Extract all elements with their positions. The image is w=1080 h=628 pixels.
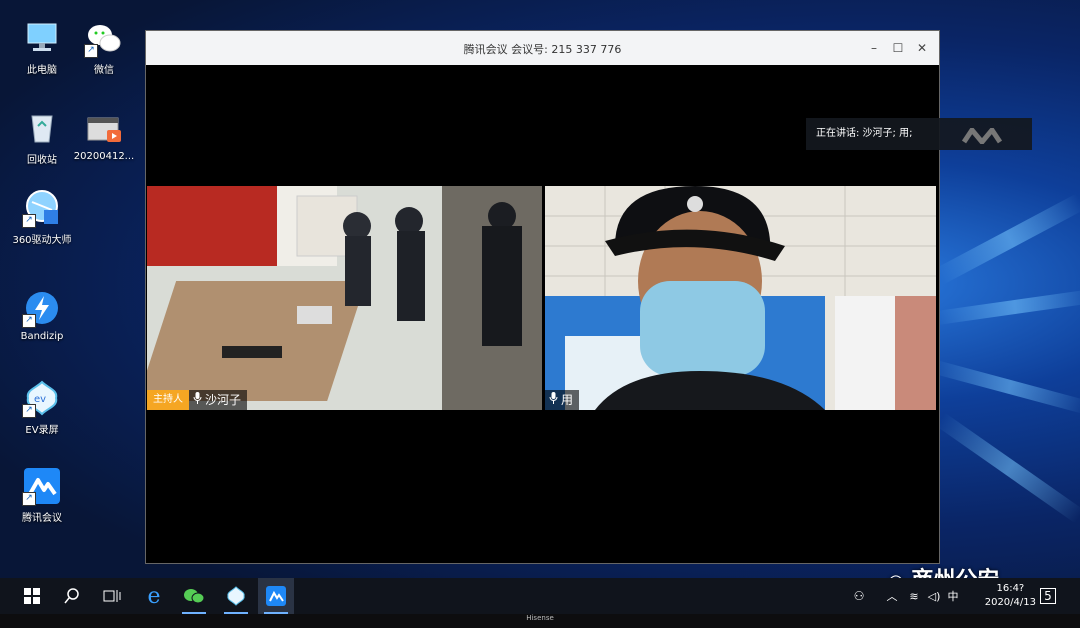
network-button[interactable]: ≋ [904,578,924,614]
minimize-button[interactable]: – [865,39,883,57]
participant-video-tile[interactable]: 用 [545,186,936,410]
participant-name-bar: 主持人 沙河子 [147,390,248,410]
volume-icon: ◁) [927,589,941,603]
windows-start-icon [24,588,40,604]
shortcut-arrow-icon: ↗ [22,492,36,506]
shortcut-arrow-icon: ↗ [22,404,36,418]
maximize-button[interactable]: ☐ [889,39,907,57]
participant-video-tile[interactable]: 主持人 沙河子 [147,186,542,410]
video-file-icon [84,108,124,148]
taskbar-tencent-meeting[interactable] [258,578,294,614]
notification-count: 5 [1044,589,1052,603]
window-title: 腾讯会议 会议号: 215 337 776 [463,43,622,56]
bandizip-icon: ↗ [22,288,62,328]
participant-name: 沙河子 [205,393,242,407]
desktop-icon-recycle-bin[interactable]: 回收站 [7,108,77,166]
shortcut-arrow-icon: ↗ [22,214,36,228]
host-badge: 主持人 [147,390,189,410]
windows-start-button[interactable] [14,578,50,614]
desktop-icon-label: 回收站 [27,155,57,166]
taskbar-wechat[interactable] [176,578,212,614]
recycle-bin-icon [22,108,62,148]
tencent-meeting-logo-icon [961,125,1003,158]
desktop-icon-360-driver[interactable]: ↗ 360驱动大师 [7,188,77,246]
speaking-label: 正在讲话: 沙河子; 用; [816,128,913,139]
video-feed-office [147,186,542,410]
wechat-icon [184,589,205,604]
meeting-window: 腾讯会议 会议号: 215 337 776 – ☐ ✕ 主持人 沙河子 用 [145,30,940,564]
360-driver-icon: ↗ [22,188,62,228]
title-bar[interactable]: 腾讯会议 会议号: 215 337 776 – ☐ ✕ [146,31,939,65]
ev-recorder-icon: ev ↗ [22,378,62,418]
search-icon [64,588,79,604]
taskbar-edge[interactable]: e [136,578,172,614]
computer-icon [22,18,62,58]
input-method-indicator: 中 [947,590,959,603]
task-view-button[interactable] [94,578,130,614]
tray-expand-button[interactable]: ︿ [880,578,904,614]
360-driver-icon [227,586,245,606]
desktop-icon-ev-recorder[interactable]: ev ↗ EV录屏 [7,378,77,436]
chevron-up-icon: ︿ [886,590,898,603]
task-view-icon [103,590,121,602]
desktop-icon-label: 腾讯会议 [22,513,62,524]
notification-icon: 5 [1040,588,1056,604]
search-button[interactable] [54,578,90,614]
input-method-button[interactable]: 中 [944,578,962,614]
microphone-icon [193,390,202,410]
desktop-icon-wechat[interactable]: ↗ 微信 [69,18,139,76]
desktop-icon-label: 360驱动大师 [12,235,72,246]
edge-icon: e [147,583,161,609]
people-button[interactable]: ⚇ [846,578,872,614]
clock-date: 2020/4/13 [984,597,1036,608]
desktop-icon-label: 此电脑 [27,65,57,76]
tencent-meeting-icon [266,586,286,606]
participant-name-bar: 用 [545,390,580,410]
speaking-indicator: 正在讲话: 沙河子; 用; [806,118,1032,150]
participant-name-tag: 沙河子 [189,390,248,410]
participant-name-tag: 用 [545,390,580,410]
shortcut-arrow-icon: ↗ [84,44,98,58]
tv-bezel: Hisense [0,614,1080,628]
clock[interactable]: 16:4? 2020/4/13 [985,582,1036,610]
desktop-icon-bandizip[interactable]: ↗ Bandizip [7,288,77,342]
tv-brand-logo: Hisense [526,614,554,622]
shortcut-arrow-icon: ↗ [22,314,36,328]
microphone-icon [549,390,558,410]
taskbar: e ⚇ ︿ ≋ ◁) 中 16:4? 2020/4/13 5 [0,578,1080,614]
wifi-icon: ≋ [909,589,919,603]
desktop-icon-label: 20200412... [73,151,135,162]
tencent-meeting-icon: ↗ [22,466,62,506]
desktop-icon-this-pc[interactable]: 此电脑 [7,18,77,76]
wechat-icon: ↗ [84,18,124,58]
people-icon: ⚇ [853,589,865,603]
clock-time: 16:4? [996,583,1025,594]
video-feed-officer [545,186,936,410]
taskbar-360-driver[interactable] [218,578,254,614]
volume-button[interactable]: ◁) [924,578,944,614]
action-center-button[interactable]: 5 [1036,578,1060,614]
desktop-icon-label: EV录屏 [25,425,59,436]
close-button[interactable]: ✕ [913,39,931,57]
desktop-icon-video-file[interactable]: 20200412... [69,108,139,162]
desktop-icon-label: 微信 [94,65,114,76]
desktop-icon-label: Bandizip [20,331,64,342]
desktop-icon-tencent-meeting[interactable]: ↗ 腾讯会议 [7,466,77,524]
participant-name: 用 [561,393,574,407]
